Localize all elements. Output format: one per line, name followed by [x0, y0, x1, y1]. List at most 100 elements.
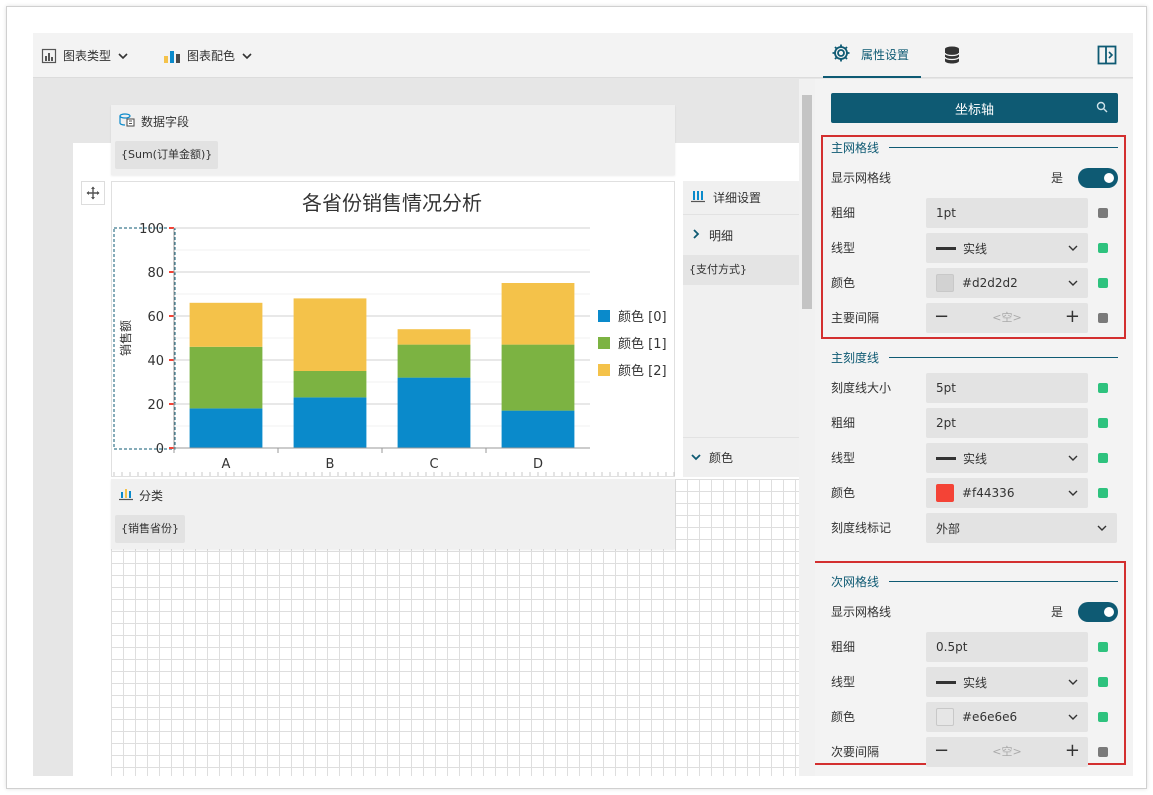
- bar-segment: [293, 397, 367, 448]
- bar-segment: [397, 344, 471, 378]
- major-grid-width-input[interactable]: 1pt: [926, 198, 1088, 228]
- tick-style-status: [1098, 453, 1108, 463]
- major-grid-interval-status: [1098, 313, 1108, 323]
- stacked-bar-chart: 各省份销售情况分析 0 20 40 60 80 100 销售额 A B C D 颜色 [0] 颜色 [1]…: [113, 191, 675, 476]
- chart-color-icon: [163, 48, 181, 64]
- bar-segment: [189, 346, 263, 409]
- major-grid-width-row: 粗细 1pt: [831, 198, 1118, 228]
- legend-label: 颜色 [0]: [618, 309, 667, 325]
- tick-width-input[interactable]: 2pt: [926, 408, 1088, 438]
- chevron-down-icon: [1068, 711, 1078, 725]
- minor-grid-color-select[interactable]: #e6e6e6: [926, 702, 1088, 732]
- major-grid-toggle[interactable]: [1078, 168, 1118, 188]
- legend-label: 颜色 [2]: [618, 363, 667, 379]
- chart-color-menu[interactable]: 图表配色: [163, 33, 253, 78]
- minor-grid-show-row: 显示网格线 是: [831, 597, 1118, 627]
- search-icon[interactable]: [1096, 101, 1108, 117]
- scrollbar-thumb[interactable]: [802, 95, 812, 309]
- canvas-scrollbar[interactable]: [799, 79, 815, 776]
- y-tick-label: 0: [156, 442, 164, 457]
- minor-interval-stepper[interactable]: − <空> +: [926, 737, 1088, 767]
- color-value: #e6e6e6: [962, 710, 1018, 724]
- panel-toggle-icon[interactable]: [1097, 45, 1117, 68]
- chevron-down-icon: [1097, 522, 1107, 536]
- tick-color-select[interactable]: #f44336: [926, 478, 1088, 508]
- x-tick-label: C: [429, 457, 438, 472]
- move-handle-icon[interactable]: [81, 181, 105, 205]
- screenshot-frame: 图表类型 图表配色 属性设置 数据字段 {Sum(订单金额)} 各省份销售情况分…: [6, 6, 1147, 789]
- major-grid-title: 主网格线: [831, 141, 880, 155]
- tick-mark-row: 刻度线标记 外部: [831, 513, 1118, 543]
- tick-mark-select[interactable]: 外部: [926, 513, 1117, 543]
- major-grid-style-select[interactable]: 实线: [926, 233, 1088, 263]
- tick-style-select[interactable]: 实线: [926, 443, 1088, 473]
- design-canvas[interactable]: 数据字段 {Sum(订单金额)} 各省份销售情况分析 0 20 40 60 80 100 销售…: [33, 79, 799, 776]
- detail-item[interactable]: 明细: [683, 215, 799, 255]
- tick-size-label: 刻度线大小: [831, 381, 892, 395]
- plus-icon[interactable]: +: [1065, 306, 1080, 328]
- y-tick-label: 100: [139, 222, 164, 237]
- chevron-down-icon: [1068, 277, 1078, 291]
- data-field-title: 数据字段: [119, 113, 189, 130]
- width-label: 粗细: [831, 640, 856, 654]
- detail-settings-title: 详细设置: [713, 191, 762, 205]
- report-designer: 图表类型 图表配色 属性设置 数据字段 {Sum(订单金额)} 各省份销售情况分…: [33, 33, 1133, 776]
- minor-grid-toggle[interactable]: [1078, 602, 1118, 622]
- x-tick-label: B: [326, 457, 335, 472]
- bar-segment: [293, 298, 367, 371]
- style-label: 线型: [831, 241, 856, 255]
- width-label: 粗细: [831, 206, 856, 220]
- line-sample: [936, 246, 956, 250]
- search-bar-label: 坐标轴: [954, 102, 994, 118]
- detail-settings-header: 详细设置: [683, 181, 799, 215]
- color-swatch: [936, 274, 954, 292]
- y-tick-label: 20: [147, 398, 164, 413]
- bar-segment: [501, 344, 575, 411]
- category-title: 分类: [119, 487, 163, 504]
- line-sample: [936, 680, 956, 684]
- data-field-chip[interactable]: {Sum(订单金额)}: [115, 141, 219, 169]
- chevron-down-icon: [117, 50, 129, 62]
- y-tick-label: 40: [147, 354, 164, 369]
- major-grid-width-status: [1098, 208, 1108, 218]
- minor-grid-color-status: [1098, 712, 1108, 722]
- chart-container[interactable]: 各省份销售情况分析 0 20 40 60 80 100 销售额 A B C D 颜色 [0] 颜色 [1]…: [111, 181, 675, 477]
- tick-width-status: [1098, 418, 1108, 428]
- major-interval-stepper[interactable]: − <空> +: [926, 303, 1088, 333]
- detail-chip[interactable]: {支付方式}: [683, 255, 799, 285]
- bar-segment: [397, 377, 471, 448]
- show-grid-label: 显示网格线: [831, 171, 892, 185]
- minor-grid-style-select[interactable]: 实线: [926, 667, 1088, 697]
- minor-grid-title: 次网格线: [831, 575, 880, 589]
- y-axis-label: 销售额: [118, 320, 133, 356]
- y-tick-label: 60: [147, 310, 164, 325]
- minor-grid-width-input[interactable]: 0.5pt: [926, 632, 1088, 662]
- properties-panel: 坐标轴 主网格线 显示网格线 是 粗细 1pt 线型 实线 颜色 #d2d2d2…: [815, 79, 1133, 776]
- data-field-panel: 数据字段 {Sum(订单金额)}: [111, 105, 675, 175]
- chart-type-menu[interactable]: 图表类型: [41, 33, 129, 78]
- minor-grid-section-title: 次网格线: [831, 573, 1118, 590]
- minor-grid-width-status: [1098, 642, 1108, 652]
- property-search-bar[interactable]: 坐标轴: [831, 93, 1118, 123]
- tick-color-label: 颜色: [831, 486, 856, 500]
- tab-properties-label: 属性设置: [861, 48, 910, 62]
- database-icon[interactable]: [943, 45, 961, 68]
- color-swatch: [936, 708, 954, 726]
- color-label: 颜色: [831, 710, 856, 724]
- category-title-text: 分类: [139, 489, 164, 503]
- tick-size-input[interactable]: 5pt: [926, 373, 1088, 403]
- detail-settings-icon: [691, 189, 705, 206]
- legend-swatch: [598, 310, 610, 322]
- minor-grid-color-row: 颜色 #e6e6e6: [831, 702, 1118, 732]
- chevron-down-icon: [1068, 242, 1078, 256]
- major-grid-color-select[interactable]: #d2d2d2: [926, 268, 1088, 298]
- color-item[interactable]: 颜色: [683, 437, 799, 477]
- plus-icon[interactable]: +: [1065, 740, 1080, 762]
- category-chip[interactable]: {销售省份}: [115, 515, 185, 543]
- x-tick-label: D: [533, 457, 543, 472]
- show-grid-label: 显示网格线: [831, 605, 892, 619]
- tab-properties[interactable]: 属性设置: [823, 33, 921, 78]
- bar-segment: [189, 408, 263, 448]
- tick-width-row: 粗细 2pt: [831, 408, 1118, 438]
- major-grid-style-row: 线型 实线: [831, 233, 1118, 263]
